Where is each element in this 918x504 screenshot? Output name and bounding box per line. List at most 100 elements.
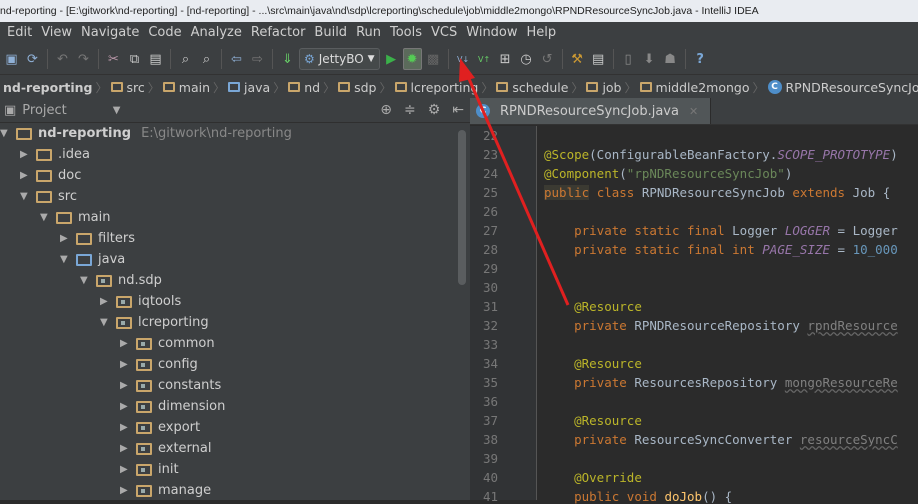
menu-tools[interactable]: Tools <box>390 25 422 40</box>
tab-rpndresourcesyncjob[interactable]: CRPNDResourceSyncJob.java✕ <box>470 98 711 124</box>
expanded-arrow-icon[interactable]: ▼ <box>20 191 30 202</box>
cut-icon[interactable]: ✂ <box>104 48 123 70</box>
menu-view[interactable]: View <box>41 25 72 40</box>
collapse-all-icon[interactable]: ≑ <box>404 102 416 118</box>
vcs-commit-icon[interactable]: V↑ <box>475 48 494 70</box>
collapsed-arrow-icon[interactable]: ▶ <box>60 233 70 244</box>
tree-item[interactable]: ▶constants <box>120 375 221 396</box>
collapsed-arrow-icon[interactable]: ▶ <box>100 296 110 307</box>
expanded-arrow-icon[interactable]: ▼ <box>100 317 110 328</box>
tree-item[interactable]: ▼nd.sdp <box>80 270 162 291</box>
locate-icon[interactable]: ⊕ <box>380 102 392 118</box>
code-line[interactable]: @Resource <box>544 299 642 314</box>
history-icon[interactable]: ◷ <box>517 48 536 70</box>
revert-icon[interactable]: ↺ <box>538 48 557 70</box>
run-configuration-select[interactable]: ⚙JettyBO▼ <box>299 48 380 70</box>
android-icon[interactable]: ☗ <box>661 48 680 70</box>
android-sdk-icon[interactable]: ⬇ <box>640 48 659 70</box>
code-line[interactable]: private ResourceSyncConverter resourceSy… <box>544 432 898 447</box>
menu-build[interactable]: Build <box>314 25 347 40</box>
collapsed-arrow-icon[interactable]: ▶ <box>20 149 30 160</box>
code-line[interactable]: private static final Logger LOGGER = Log… <box>544 223 898 238</box>
tree-item[interactable]: ▼java <box>60 249 125 270</box>
tree-item[interactable]: ▶init <box>120 459 179 480</box>
menu-help[interactable]: Help <box>527 25 557 40</box>
tree-item[interactable]: ▶filters <box>60 228 135 249</box>
menu-analyze[interactable]: Analyze <box>191 25 242 40</box>
breadcrumb-item[interactable]: src <box>108 80 148 95</box>
run-icon[interactable]: ▶ <box>382 48 401 70</box>
collapsed-arrow-icon[interactable]: ▶ <box>120 338 130 349</box>
menu-navigate[interactable]: Navigate <box>81 25 139 40</box>
code-line[interactable]: @Resource <box>544 356 642 371</box>
copy-icon[interactable]: ⧉ <box>125 48 144 70</box>
collapsed-arrow-icon[interactable]: ▶ <box>120 359 130 370</box>
vcs-update-icon[interactable]: V↓ <box>454 48 473 70</box>
code-line[interactable]: private ResourcesRepository mongoResourc… <box>544 375 898 390</box>
breadcrumb-item[interactable]: schedule <box>493 80 571 95</box>
tree-item[interactable]: ▼main <box>40 207 110 228</box>
breadcrumb-item[interactable]: middle2mongo <box>637 80 753 95</box>
menu-window[interactable]: Window <box>466 25 517 40</box>
find-icon[interactable]: ⌕ <box>176 48 195 70</box>
help-icon[interactable]: ? <box>691 48 710 70</box>
project-view-select[interactable]: Project <box>22 103 66 118</box>
debug-icon[interactable]: ✹ <box>403 48 422 70</box>
close-icon[interactable]: ✕ <box>689 105 698 118</box>
menu-run[interactable]: Run <box>356 25 381 40</box>
code-line[interactable]: @Override <box>544 470 642 485</box>
coverage-icon[interactable]: ▩ <box>424 48 443 70</box>
tree-item[interactable]: ▶.idea <box>20 144 90 165</box>
vcs-compare-icon[interactable]: ⊞ <box>496 48 515 70</box>
breadcrumb-item[interactable]: CRPNDResourceSyncJob <box>765 80 918 95</box>
expanded-arrow-icon[interactable]: ▼ <box>40 212 50 223</box>
forward-icon[interactable]: ⇨ <box>248 48 267 70</box>
code-line[interactable]: public class RPNDResourceSyncJob extends… <box>544 185 890 200</box>
paste-icon[interactable]: ▤ <box>146 48 165 70</box>
expanded-arrow-icon[interactable]: ▼ <box>80 275 90 286</box>
menu-edit[interactable]: Edit <box>7 25 32 40</box>
code-line[interactable]: private static final int PAGE_SIZE = 10_… <box>544 242 898 257</box>
code-line[interactable]: @Scope(ConfigurableBeanFactory.SCOPE_PRO… <box>544 147 898 162</box>
tree-item[interactable]: ▶manage <box>120 480 211 501</box>
collapsed-arrow-icon[interactable]: ▶ <box>120 380 130 391</box>
collapsed-arrow-icon[interactable]: ▶ <box>120 443 130 454</box>
menu-code[interactable]: Code <box>148 25 181 40</box>
collapsed-arrow-icon[interactable]: ▶ <box>120 485 130 496</box>
breadcrumb-item[interactable]: main <box>160 80 213 95</box>
tree-item[interactable]: ▶common <box>120 333 215 354</box>
code-line[interactable]: private RPNDResourceRepository rpndResou… <box>544 318 898 333</box>
tree-item[interactable]: ▼src <box>20 186 77 207</box>
chevron-down-icon[interactable]: ▼ <box>113 105 121 116</box>
back-icon[interactable]: ⇦ <box>227 48 246 70</box>
breadcrumb-item[interactable]: job <box>583 80 624 95</box>
expanded-arrow-icon[interactable]: ▼ <box>0 128 10 139</box>
sync-icon[interactable]: ⟳ <box>23 48 42 70</box>
expanded-arrow-icon[interactable]: ▼ <box>60 254 70 265</box>
replace-icon[interactable]: ⌕ <box>197 48 216 70</box>
breadcrumb-item[interactable]: java <box>225 80 273 95</box>
tree-item[interactable]: ▶dimension <box>120 396 225 417</box>
save-icon[interactable]: ▣ <box>2 48 21 70</box>
hide-icon[interactable]: ⇤ <box>452 102 464 118</box>
collapsed-arrow-icon[interactable]: ▶ <box>20 170 30 181</box>
breadcrumb-item[interactable]: nd-reporting <box>0 80 95 95</box>
code-line[interactable]: public void doJob() { <box>544 489 732 504</box>
tree-item[interactable]: ▼nd-reportingE:\gitwork\nd-reporting <box>0 123 292 144</box>
settings-icon[interactable]: ⚒ <box>568 48 587 70</box>
build-icon[interactable]: ⇓ <box>278 48 297 70</box>
menu-refactor[interactable]: Refactor <box>251 25 306 40</box>
breadcrumb-item[interactable]: sdp <box>335 80 379 95</box>
collapsed-arrow-icon[interactable]: ▶ <box>120 422 130 433</box>
tree-scrollbar[interactable] <box>458 130 466 285</box>
device-icon[interactable]: ▯ <box>619 48 638 70</box>
collapsed-arrow-icon[interactable]: ▶ <box>120 401 130 412</box>
undo-icon[interactable]: ↶ <box>53 48 72 70</box>
tree-item[interactable]: ▶doc <box>20 165 81 186</box>
gear-icon[interactable]: ⚙ <box>428 102 441 118</box>
tree-item[interactable]: ▶config <box>120 354 198 375</box>
menu-vcs[interactable]: VCS <box>431 25 457 40</box>
tree-item[interactable]: ▶export <box>120 417 200 438</box>
breadcrumb-item[interactable]: nd <box>285 80 323 95</box>
project-structure-icon[interactable]: ▤ <box>589 48 608 70</box>
